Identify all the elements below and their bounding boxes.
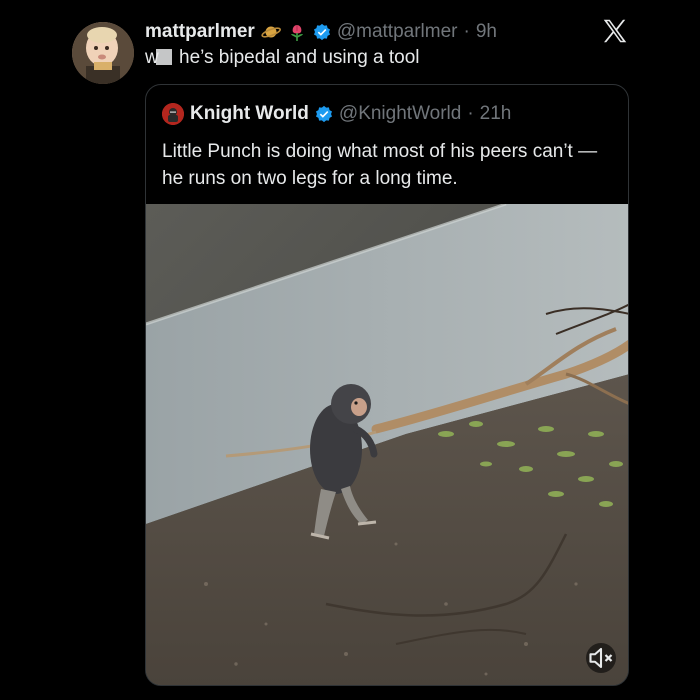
tweet-header: mattparlmer @mattparlmer · 9h [145, 18, 630, 46]
x-logo-icon[interactable] [600, 16, 630, 46]
quoted-timestamp[interactable]: 21h [480, 103, 512, 125]
speaker-muted-icon[interactable] [586, 643, 616, 673]
quoted-handle[interactable]: @KnightWorld [339, 103, 461, 125]
quoted-tweet-card[interactable]: Knight World @KnightWorld · 21h Little Pun… [145, 84, 629, 686]
avatar[interactable] [72, 22, 134, 84]
reply-body: he’s bipedal and using a tool [173, 47, 420, 68]
quoted-text: Little Punch is doing what most of his p… [162, 141, 598, 189]
quoted-avatar[interactable] [162, 103, 184, 125]
quoted-separator-dot: · [467, 103, 474, 124]
handle[interactable]: @mattparlmer [337, 21, 458, 43]
timestamp[interactable]: 9h [476, 21, 497, 43]
tulip-emoji-icon [287, 22, 307, 42]
tweet-text: w he’s bipedal and using a tool [145, 47, 420, 69]
quoted-header: Knight World @KnightWorld · 21h [162, 103, 511, 125]
quoted-verified-badge-icon [315, 105, 333, 123]
redaction-block [155, 49, 172, 65]
verified-badge-icon [313, 23, 331, 41]
separator-dot: · [463, 21, 470, 42]
display-name[interactable]: mattparlmer [145, 21, 255, 43]
saturn-emoji-icon [261, 22, 281, 42]
video-thumbnail[interactable] [146, 204, 628, 685]
quoted-display-name[interactable]: Knight World [190, 103, 309, 125]
